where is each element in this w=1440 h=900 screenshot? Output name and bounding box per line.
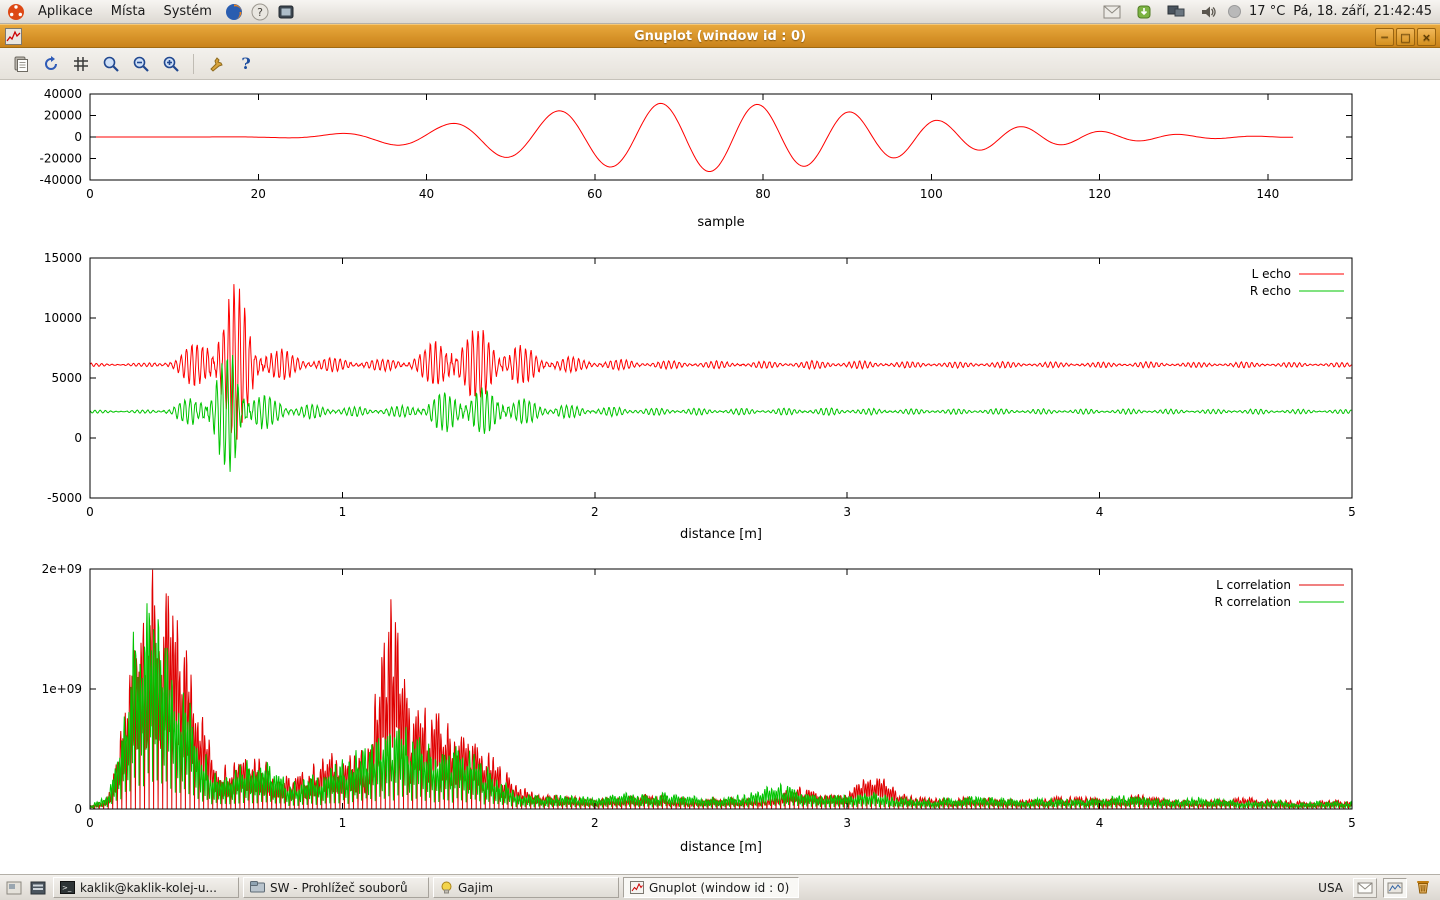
svg-text:R echo: R echo: [1250, 284, 1291, 298]
svg-text:R correlation: R correlation: [1214, 595, 1291, 609]
bottom-taskbar: >_ kaklik@kaklik-kolej-u... SW - Prohlíž…: [0, 874, 1440, 900]
plot-signal-sample: 0 20 40 60 80 100 120 140 -40000 -20000 0 20000 4000…: [0, 80, 1440, 248]
gnuplot-window-titlebar[interactable]: Gnuplot (window id : 0) ─ □ ×: [0, 24, 1440, 48]
close-button[interactable]: ×: [1417, 28, 1436, 46]
svg-text:L echo: L echo: [1252, 267, 1291, 281]
keyboard-layout-indicator[interactable]: USA: [1314, 881, 1347, 895]
svg-text:-5000: -5000: [47, 491, 82, 505]
svg-text:2e+09: 2e+09: [42, 562, 82, 576]
zoom-region-button[interactable]: [98, 51, 124, 77]
svg-text:0: 0: [74, 130, 82, 144]
weather-icon[interactable]: [1228, 5, 1241, 18]
gajim-icon: [440, 881, 453, 894]
taskbar-item-file-browser[interactable]: SW - Prohlížeč souborů: [243, 877, 429, 898]
replot-button[interactable]: [38, 51, 64, 77]
menu-applications[interactable]: Aplikace: [30, 2, 101, 21]
clock-applet[interactable]: Pá, 18. září, 21:42:45: [1293, 4, 1432, 19]
svg-text:5: 5: [1348, 505, 1356, 519]
screenshot-launcher-icon[interactable]: [276, 2, 296, 22]
plot-svg: 0 1 2 3 4 5 -5000 0 5000 10000 15000 L echo R echo di…: [0, 248, 1440, 553]
svg-text:60: 60: [587, 187, 602, 201]
svg-text:80: 80: [755, 187, 770, 201]
svg-text:3: 3: [843, 816, 851, 830]
svg-text:15000: 15000: [44, 251, 82, 265]
svg-text:120: 120: [1088, 187, 1111, 201]
taskbar-item-gajim[interactable]: Gajim: [433, 877, 619, 898]
mail-tray-button[interactable]: [1353, 878, 1377, 898]
svg-text:0: 0: [86, 505, 94, 519]
svg-text:0: 0: [86, 816, 94, 830]
gnome-top-panel: Aplikace Místa Systém ? 17 °C Pá, 18. zá…: [0, 0, 1440, 24]
svg-text:40000: 40000: [44, 87, 82, 101]
svg-text:sample: sample: [697, 215, 744, 230]
svg-text:0: 0: [86, 187, 94, 201]
mail-notification-icon[interactable]: [1102, 2, 1122, 22]
file-manager-icon: [250, 881, 265, 894]
svg-text:40: 40: [419, 187, 434, 201]
menu-places[interactable]: Místa: [103, 2, 154, 21]
plot-svg: 0 20 40 60 80 100 120 140 -40000 -20000 0 20000 4000…: [0, 80, 1440, 244]
window-title: Gnuplot (window id : 0): [634, 29, 806, 44]
menu-system[interactable]: Systém: [155, 2, 219, 21]
svg-text:distance [m]: distance [m]: [680, 527, 762, 542]
svg-text:2: 2: [591, 816, 599, 830]
gnuplot-window-icon: [5, 28, 22, 45]
svg-text:4: 4: [1096, 816, 1104, 830]
svg-text:20: 20: [251, 187, 266, 201]
svg-text:2: 2: [591, 505, 599, 519]
taskbar-item-label: kaklik@kaklik-kolej-u...: [80, 881, 217, 895]
svg-text:0: 0: [74, 802, 82, 816]
taskbar-item-gnuplot[interactable]: Gnuplot (window id : 0): [623, 877, 799, 898]
svg-text:20000: 20000: [44, 109, 82, 123]
svg-text:1e+09: 1e+09: [42, 682, 82, 696]
trash-applet-icon[interactable]: [1413, 876, 1433, 900]
firefox-launcher-icon[interactable]: [224, 2, 244, 22]
software-update-icon[interactable]: [1134, 2, 1154, 22]
taskbar-item-label: Gajim: [458, 881, 493, 895]
zoom-previous-button[interactable]: [128, 51, 154, 77]
ubuntu-logo-icon[interactable]: [6, 2, 26, 22]
help-button[interactable]: ?: [233, 51, 259, 77]
settings-wrench-button[interactable]: [203, 51, 229, 77]
temperature-indicator[interactable]: 17 °C: [1249, 4, 1285, 19]
help-launcher-icon[interactable]: ?: [250, 2, 270, 22]
svg-text:3: 3: [843, 505, 851, 519]
plot-correlation-distance: 0 1 2 3 4 5 0 1e+09 2e+09 L correlation R correlat…: [0, 557, 1440, 886]
svg-text:5000: 5000: [51, 371, 82, 385]
svg-text:-20000: -20000: [39, 152, 82, 166]
show-desktop-button[interactable]: [3, 878, 25, 898]
svg-text:-40000: -40000: [39, 173, 82, 187]
toolbar-separator: [193, 54, 194, 74]
svg-text:1: 1: [339, 505, 347, 519]
gnuplot-icon: [630, 881, 644, 894]
toggle-grid-button[interactable]: [68, 51, 94, 77]
svg-text:0: 0: [74, 431, 82, 445]
volume-icon[interactable]: [1198, 2, 1218, 22]
minimize-button[interactable]: ─: [1375, 28, 1394, 46]
plot-svg: 0 1 2 3 4 5 0 1e+09 2e+09 L correlation R correlat…: [0, 557, 1440, 882]
svg-text:10000: 10000: [44, 311, 82, 325]
svg-text:4: 4: [1096, 505, 1104, 519]
svg-text:1: 1: [339, 816, 347, 830]
taskbar-item-terminal[interactable]: >_ kaklik@kaklik-kolej-u...: [53, 877, 239, 898]
svg-text:100: 100: [920, 187, 943, 201]
svg-text:140: 140: [1256, 187, 1279, 201]
svg-text:5: 5: [1348, 816, 1356, 830]
gnuplot-canvas: 020406080100120140-40000-200000200004000…: [0, 80, 1440, 874]
plot-echo-distance: 0 1 2 3 4 5 -5000 0 5000 10000 15000 L echo R echo di…: [0, 248, 1440, 557]
window-list-button[interactable]: [27, 878, 49, 898]
svg-text:?: ?: [257, 6, 263, 19]
svg-text:distance [m]: distance [m]: [680, 840, 762, 855]
zoom-next-button[interactable]: [158, 51, 184, 77]
monitor-applet-button[interactable]: [1383, 878, 1407, 898]
svg-text:L correlation: L correlation: [1216, 578, 1291, 592]
taskbar-item-label: SW - Prohlížeč souborů: [270, 881, 408, 895]
terminal-icon: >_: [60, 881, 75, 894]
gnuplot-toolbar: ?: [0, 48, 1440, 80]
display-settings-icon[interactable]: [1166, 2, 1186, 22]
svg-text:>_: >_: [62, 884, 72, 892]
taskbar-item-label: Gnuplot (window id : 0): [649, 881, 789, 895]
maximize-button[interactable]: □: [1396, 28, 1415, 46]
copy-to-clipboard-button[interactable]: [8, 51, 34, 77]
